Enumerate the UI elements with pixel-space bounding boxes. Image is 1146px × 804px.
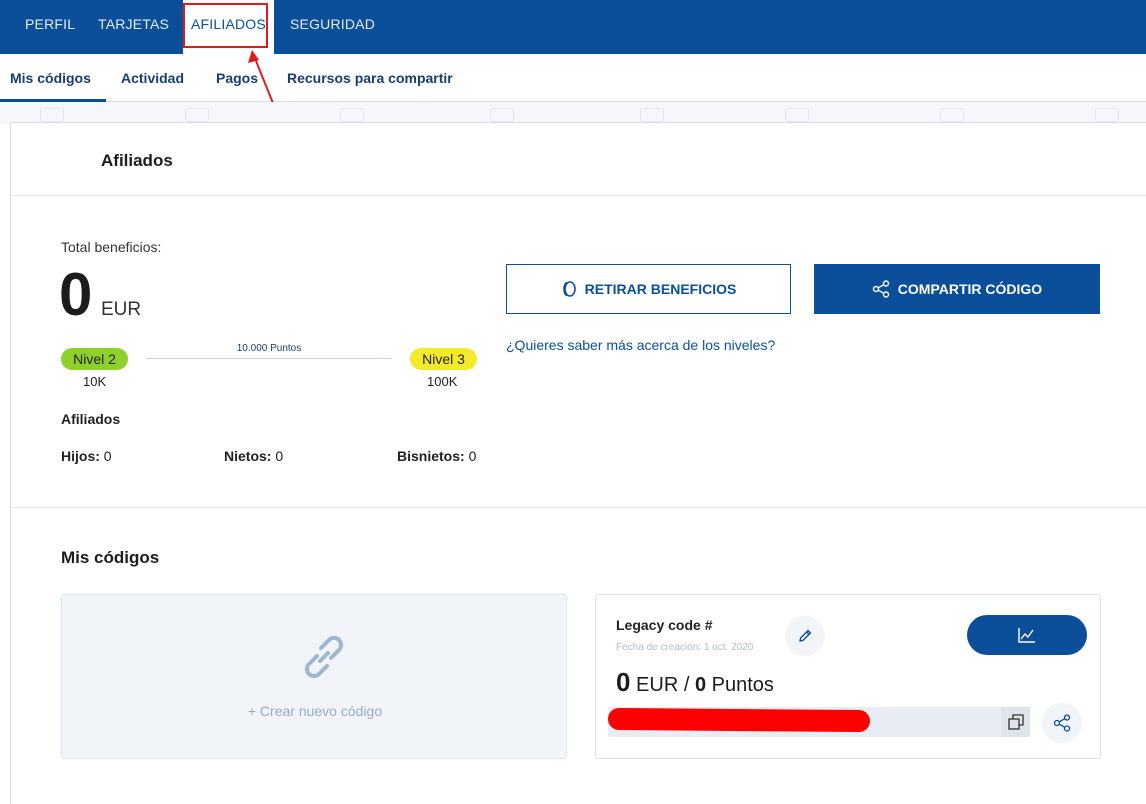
points-label: 10.000 Puntos [236,343,302,354]
code-title: Legacy code # [616,617,713,633]
tab-tarjetas[interactable]: TARJETAS [98,0,169,48]
page-title: Afiliados [101,151,173,170]
my-codes-heading: Mis códigos [61,548,160,567]
line-chart-icon [1018,628,1035,643]
bisnietos-stat: Bisnietos: 0 [397,448,476,464]
code-eur-unit: EUR / [636,674,690,696]
code-creation-date: Fecha de creación: 1 oct. 2020 [616,642,754,653]
code-eur-value: 0 [616,667,631,697]
divider [11,195,1146,196]
code-points-unit: Puntos [711,674,774,696]
tab-perfil[interactable]: PERFIL [25,0,75,48]
tab-afiliados[interactable]: AFILIADOS [183,0,274,54]
top-navigation: PERFIL TARJETAS AFILIADOS SEGURIDAD [0,0,1146,54]
coin-icon [562,281,576,297]
share-icon [872,280,889,298]
total-benefits-currency: EUR [101,299,142,320]
level-next-badge: Nivel 3 [410,348,477,370]
level-progress-bar [146,358,392,359]
share-icon [1053,714,1071,732]
edit-code-button[interactable] [785,616,825,656]
legacy-code-card: Legacy code # Fecha de creación: 1 oct. … [595,594,1101,759]
nietos-label: Nietos: [224,448,272,464]
nietos-value: 0 [275,448,284,464]
withdraw-benefits-button[interactable]: RETIRAR BENEFICIOS [506,264,791,314]
subtab-pagos[interactable]: Pagos [216,70,258,86]
share-code-icon-button[interactable] [1042,703,1082,743]
copy-icon [1007,714,1024,730]
copy-code-button[interactable] [1001,707,1030,737]
hijos-value: 0 [103,448,112,464]
affiliates-heading: Afiliados [61,411,121,427]
decorative-pattern [0,102,1146,124]
share-code-label: COMPARTIR CÓDIGO [897,281,1043,297]
total-benefits-value: 0 [59,261,93,328]
affiliates-card: Afiliados Total beneficios: 0 EUR Nivel … [10,122,1146,804]
share-code-button[interactable]: COMPARTIR CÓDIGO [814,264,1100,314]
subtab-actividad[interactable]: Actividad [121,70,184,86]
subtab-recursos[interactable]: Recursos para compartir [287,70,453,86]
code-points-value: 0 [694,674,707,696]
pencil-icon [799,629,812,642]
code-stats-button[interactable] [967,615,1087,655]
code-value-field[interactable] [607,707,1030,737]
tab-seguridad[interactable]: SEGURIDAD [290,0,375,48]
create-new-code-button[interactable]: + Crear nuevo código [61,594,567,759]
hijos-label: Hijos: [61,448,100,464]
redaction-mark [607,707,871,733]
withdraw-benefits-label: RETIRAR BENEFICIOS [584,281,737,297]
sub-navigation: Mis códigos Actividad Pagos Recursos par… [0,54,1146,102]
create-new-code-label: + Crear nuevo código [247,703,383,719]
bisnietos-label: Bisnietos: [397,448,465,464]
levels-info-link[interactable]: ¿Quieres saber más acerca de los niveles… [506,337,775,353]
level-current-badge: Nivel 2 [61,348,128,370]
subtab-mis-codigos[interactable]: Mis códigos [10,70,91,86]
level-next-value: 100K [427,374,458,389]
link-icon [304,635,344,679]
hijos-stat: Hijos: 0 [61,448,112,464]
bisnietos-value: 0 [468,448,477,464]
code-earnings: 0 EUR / 0 Puntos [616,667,774,698]
total-benefits-label: Total beneficios: [61,239,162,255]
level-current-value: 10K [83,374,107,389]
nietos-stat: Nietos: 0 [224,448,283,464]
divider [11,507,1146,508]
